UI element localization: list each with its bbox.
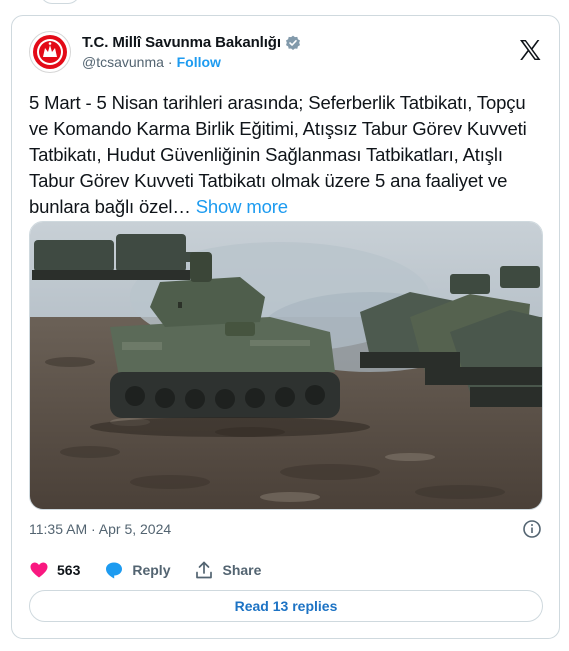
like-count: 563 bbox=[57, 562, 81, 578]
handle-row: @tcsavunma · Follow bbox=[82, 54, 301, 70]
msb-emblem-icon bbox=[33, 35, 67, 69]
display-name[interactable]: T.C. Millî Savunma Bakanlığı bbox=[82, 34, 281, 51]
tweet-text: 5 Mart - 5 Nisan tarihleri arasında; Sef… bbox=[29, 90, 529, 220]
share-button[interactable]: Share bbox=[194, 560, 261, 580]
x-logo-icon[interactable] bbox=[518, 38, 542, 62]
reply-icon bbox=[106, 562, 123, 579]
heart-icon bbox=[30, 562, 48, 578]
tweet-header: T.C. Millî Savunma Bakanlığı @tcsavunma … bbox=[29, 30, 542, 74]
action-bar: 563 Reply Share bbox=[29, 560, 285, 580]
separator: · bbox=[167, 54, 173, 70]
tanks-photo bbox=[30, 222, 542, 509]
share-icon bbox=[196, 561, 213, 579]
reply-button[interactable]: Reply bbox=[104, 560, 170, 580]
avatar[interactable] bbox=[29, 31, 71, 73]
tweet-photo[interactable] bbox=[29, 221, 543, 510]
reply-label: Reply bbox=[132, 562, 171, 578]
like-button[interactable]: 563 bbox=[29, 560, 80, 580]
follow-button[interactable]: Follow bbox=[177, 54, 221, 70]
show-more-link[interactable]: Show more bbox=[196, 196, 288, 217]
name-row: T.C. Millî Savunma Bakanlığı bbox=[82, 34, 301, 51]
read-replies-button[interactable]: Read 13 replies bbox=[29, 590, 543, 622]
info-icon[interactable] bbox=[522, 519, 542, 539]
handle[interactable]: @tcsavunma bbox=[82, 54, 164, 70]
previous-card-edge bbox=[40, 0, 80, 4]
share-label: Share bbox=[222, 562, 262, 578]
tweet-card: T.C. Millî Savunma Bakanlığı @tcsavunma … bbox=[11, 15, 560, 639]
timestamp[interactable]: 11:35 AM · Apr 5, 2024 bbox=[29, 521, 171, 537]
verified-badge-icon bbox=[285, 35, 301, 51]
account-names: T.C. Millî Savunma Bakanlığı @tcsavunma … bbox=[82, 34, 301, 70]
